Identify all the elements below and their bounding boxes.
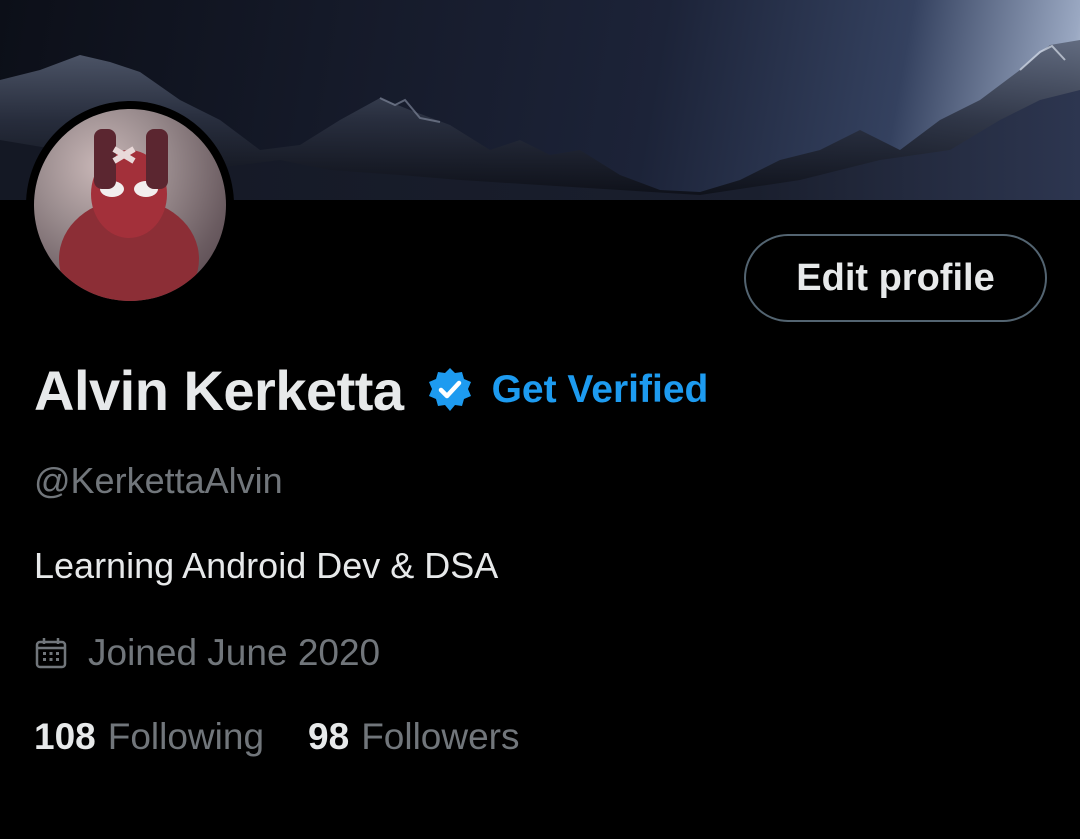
avatar-container[interactable] — [26, 101, 234, 309]
follow-stats: 108 Following 98 Followers — [34, 716, 520, 758]
avatar[interactable] — [34, 109, 226, 301]
user-bio: Learning Android Dev & DSA — [34, 545, 499, 586]
joined-date: Joined June 2020 — [88, 632, 381, 673]
name-row: Alvin Kerketta Get Verified — [34, 358, 708, 422]
calendar-icon — [34, 636, 68, 670]
get-verified-link[interactable]: Get Verified — [492, 368, 709, 412]
verified-badge-icon[interactable] — [426, 366, 474, 414]
avatar-spiderman-image — [59, 129, 199, 301]
following-label: Following — [107, 716, 265, 757]
following-link[interactable]: 108 Following — [34, 716, 264, 758]
display-name: Alvin Kerketta — [34, 358, 404, 422]
followers-count: 98 — [308, 716, 350, 757]
joined-date-row: Joined June 2020 — [34, 632, 380, 674]
user-handle: @KerkettaAlvin — [34, 460, 283, 501]
followers-link[interactable]: 98 Followers — [308, 716, 519, 758]
edit-profile-button[interactable]: Edit profile — [744, 234, 1047, 322]
followers-label: Followers — [361, 716, 520, 757]
following-count: 108 — [34, 716, 96, 757]
